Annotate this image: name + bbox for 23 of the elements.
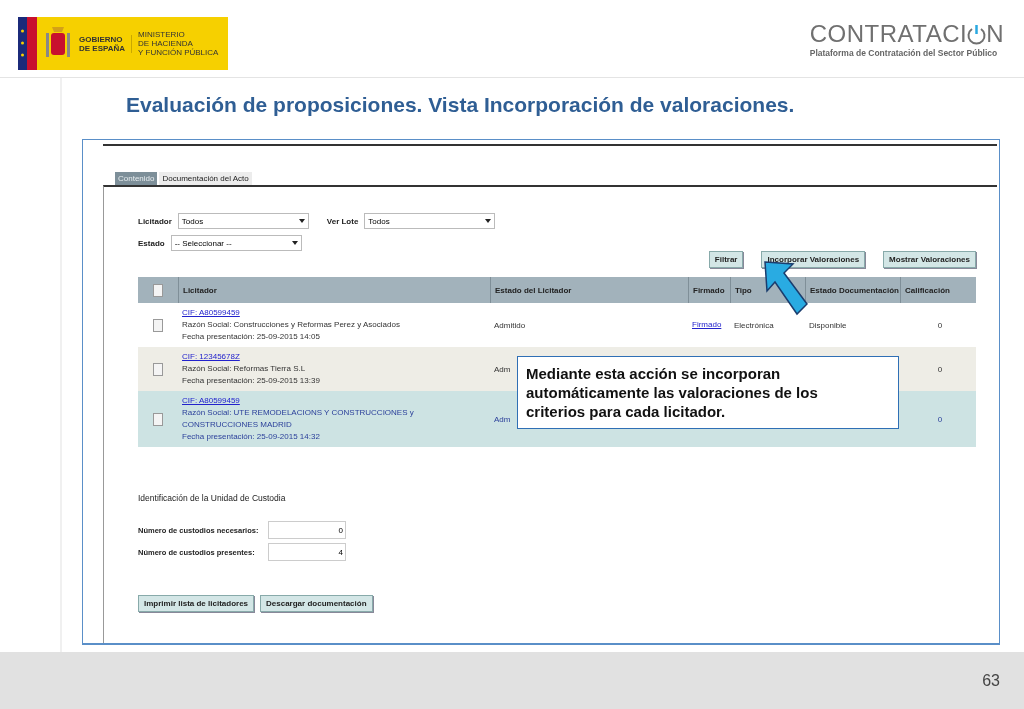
filter-label: Estado bbox=[138, 238, 165, 248]
submission-date: Fecha presentación: 25-09-2015 14:05 bbox=[182, 331, 321, 343]
page-number: 63 bbox=[982, 671, 1000, 690]
brand-logo: CONTRATACI N Plataforma de Contratación del Sector Público bbox=[809, 19, 1004, 58]
company-name: Razón Social: Reformas Tierra S.L bbox=[182, 363, 307, 375]
type-cell: Electrónica bbox=[734, 320, 774, 330]
status-text: Admitido bbox=[494, 320, 526, 330]
company-name: Razón Social: UTE REMODELACIONS Y CONSTRUCCIONES y CONSTRUCCIONES MADRID bbox=[182, 407, 415, 431]
submission-date: Fecha presentación: 25-09-2015 14:32 bbox=[182, 431, 321, 443]
submission-date: Fecha presentación: 25-09-2015 13:39 bbox=[182, 375, 321, 387]
company-name: Razón Social: Construcciones y Reformas Perez y Asociados bbox=[182, 319, 401, 331]
document-status-cell: Disponible bbox=[809, 320, 847, 330]
filter-label: Licitador bbox=[138, 216, 172, 226]
status-text: Adm bbox=[494, 364, 511, 374]
government-logo: GOBIERNO DE ESPAÑA MINISTERIO DE HACIENDA Y FUNCIÓN PÚBLICA bbox=[18, 17, 228, 70]
score-cell-text: 0 bbox=[936, 414, 944, 424]
score-cell-text: 0 bbox=[936, 364, 944, 374]
section-title: Identificación de la Unidad de Custodia bbox=[138, 493, 287, 503]
status-text: Adm bbox=[494, 414, 511, 424]
score-cell-text: 0 bbox=[936, 320, 944, 330]
filter-label: Ver Lote bbox=[326, 216, 359, 226]
callout-tooltip: Mediante esta acción se incorporan automáticamente las valoraciones de los criterios para cada licitador. bbox=[517, 356, 899, 429]
slide-title: Evaluación de proposiciones. Vista Incorporación de valoraciones. bbox=[126, 93, 795, 117]
